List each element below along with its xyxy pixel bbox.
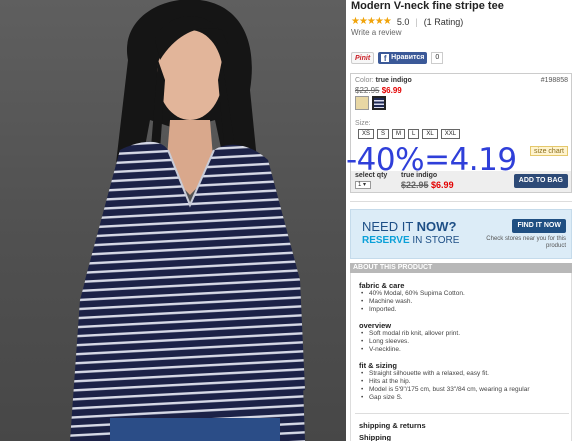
color-label: Color: xyxy=(355,77,374,84)
product-photo[interactable] xyxy=(0,0,346,441)
need-it-text: NEED IT xyxy=(362,219,417,234)
rating-count-link[interactable]: (1 Rating) xyxy=(424,17,464,27)
selected-original-price: $22.95 xyxy=(401,180,429,190)
overview-title: overview xyxy=(359,321,392,330)
selected-sale-price: $6.99 xyxy=(431,180,454,190)
find-it-now-button[interactable]: FIND IT NOW xyxy=(512,219,566,233)
selected-price-row: $22.95 $6.99 xyxy=(401,180,454,190)
rating-value: 5.0 xyxy=(396,16,410,27)
size-xxl-button[interactable]: XXL xyxy=(440,129,461,139)
rating-separator: | xyxy=(415,16,418,27)
list-item: Long sleeves. xyxy=(361,338,460,346)
original-price: $22.95 xyxy=(355,86,380,95)
size-m-button[interactable]: M xyxy=(392,129,406,139)
indigo-stripe-swatch[interactable] xyxy=(372,96,386,110)
now-text: NOW? xyxy=(416,219,457,234)
write-review-link[interactable]: Write a review xyxy=(351,28,402,37)
social-buttons: Pinit f Нравится 0 xyxy=(351,52,444,64)
fit-sizing-list: Straight silhouette with a relaxed, easy… xyxy=(361,370,530,402)
facebook-like-button[interactable]: f Нравится xyxy=(378,52,428,64)
product-detail-panel: Modern V-neck fine stripe tee ★★★★★ 5.0 … xyxy=(346,0,577,441)
section-divider xyxy=(355,413,569,414)
fabric-care-title: fabric & care xyxy=(359,281,405,290)
facebook-icon: f xyxy=(381,54,390,63)
facebook-like-label: Нравится xyxy=(391,54,425,61)
reserve-in-store-text: RESERVE IN STORE xyxy=(362,235,459,246)
size-buttons: XS S M L XL XXL xyxy=(358,129,461,139)
pinit-button[interactable]: Pinit xyxy=(351,52,375,64)
about-product-header: ABOUT THIS PRODUCT xyxy=(350,263,572,273)
discount-overlay-text: -40%=4.19 xyxy=(346,142,517,178)
in-store-text: IN STORE xyxy=(409,235,460,246)
qty-select[interactable]: 1 ▾ xyxy=(355,181,371,189)
list-item: Straight silhouette with a relaxed, easy… xyxy=(361,370,530,378)
rating-row: ★★★★★ 5.0 | (1 Rating) xyxy=(351,16,463,27)
shipping-returns-title[interactable]: shipping & returns xyxy=(359,421,426,430)
list-item: Machine wash. xyxy=(361,298,465,306)
fit-sizing-title: fit & sizing xyxy=(359,361,397,370)
color-swatches xyxy=(355,96,386,110)
list-item: V-neckline. xyxy=(361,346,460,354)
list-item: 40% Modal, 60% Supima Cotton. xyxy=(361,290,465,298)
add-to-bag-button[interactable]: ADD TO BAG xyxy=(513,174,568,188)
size-s-button[interactable]: S xyxy=(377,129,390,139)
section-divider xyxy=(350,201,572,202)
reserve-in-store-banner[interactable]: NEED IT NOW? RESERVE IN STORE FIND IT NO… xyxy=(350,209,572,259)
size-xs-button[interactable]: XS xyxy=(358,129,375,139)
price-row: $22.95 $6.99 xyxy=(355,86,402,95)
sku-number: #198858 xyxy=(540,77,568,84)
cream-swatch[interactable] xyxy=(355,96,369,110)
list-item: Imported. xyxy=(361,306,465,314)
size-xl-button[interactable]: XL xyxy=(422,129,438,139)
model-image xyxy=(70,0,305,441)
about-product-body: fabric & care 40% Modal, 60% Supima Cott… xyxy=(350,273,572,441)
star-rating-icon: ★★★★★ xyxy=(351,16,392,27)
like-count: 0 xyxy=(431,52,444,64)
shipping-subtitle: Shipping xyxy=(359,433,392,441)
list-item: Soft modal rib knit, allover print. xyxy=(361,330,460,338)
list-item: Gap size S. xyxy=(361,394,530,402)
need-it-now-heading: NEED IT NOW? xyxy=(362,219,456,234)
fabric-care-list: 40% Modal, 60% Supima Cotton. Machine wa… xyxy=(361,290,465,314)
size-chart-link[interactable]: size chart xyxy=(530,146,568,156)
color-value: true indigo xyxy=(375,77,412,84)
list-item: Hits at the hip. xyxy=(361,378,530,386)
size-l-button[interactable]: L xyxy=(408,129,420,139)
reserve-text: RESERVE xyxy=(362,235,410,246)
product-title: Modern V-neck fine stripe tee xyxy=(351,0,504,12)
check-stores-text: Check stores near you for this product xyxy=(486,236,566,249)
color-row: Color: true indigo xyxy=(355,77,412,84)
size-label: Size: xyxy=(355,120,371,127)
overview-list: Soft modal rib knit, allover print. Long… xyxy=(361,330,460,354)
sale-price: $6.99 xyxy=(381,86,402,95)
list-item: Model is 5'9"/175 cm, bust 33"/84 cm, we… xyxy=(361,386,530,394)
